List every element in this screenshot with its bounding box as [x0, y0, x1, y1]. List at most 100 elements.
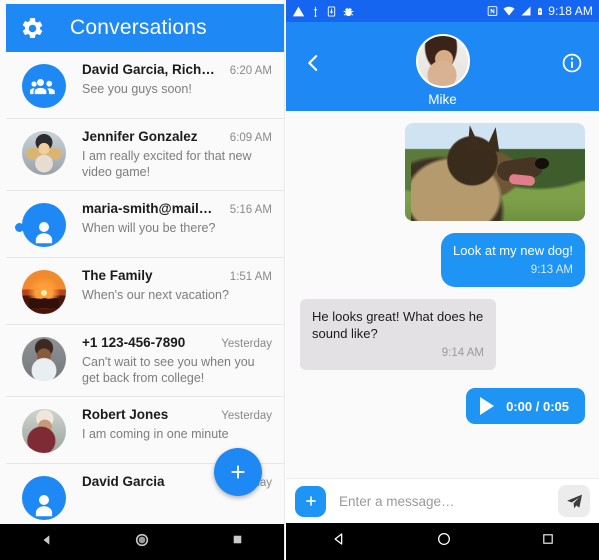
dog-nose: [535, 158, 549, 169]
timestamp: Yesterday: [221, 410, 272, 422]
image-message-bubble[interactable]: [405, 123, 585, 221]
timestamp: 5:16 AM: [229, 204, 272, 216]
nav-back-triangle-icon[interactable]: [40, 533, 54, 552]
avatar-cell: [6, 268, 82, 314]
nav-home-circle-icon[interactable]: [134, 532, 150, 553]
warning-triangle-icon: [292, 6, 305, 16]
statusbar-right-icons: 9:18 AM: [487, 4, 599, 18]
download-box-icon: [327, 5, 336, 17]
contact-name: David Garcia, Rich…: [82, 62, 215, 77]
nav-home-circle-icon[interactable]: [436, 531, 452, 552]
list-item[interactable]: Jennifer Gonzalez 6:09 AM I am really ex…: [6, 118, 284, 190]
contact-name: Robert Jones: [82, 407, 169, 422]
message-snippet: When will you be there?: [82, 221, 216, 235]
avatar-cell: [6, 474, 82, 520]
message-snippet: I am really excited for that new video g…: [82, 149, 252, 179]
list-item[interactable]: maria-smith@mail… 5:16 AM When will you …: [6, 190, 284, 257]
list-item-text: maria-smith@mail… 5:16 AM When will you …: [82, 201, 274, 247]
nav-recents-square-icon[interactable]: [231, 533, 244, 551]
page-title: Conversations: [70, 16, 207, 39]
avatar: [22, 270, 66, 314]
statusbar-left-icons: [286, 5, 355, 18]
info-circle-icon[interactable]: [559, 50, 585, 76]
message-row: [286, 123, 599, 221]
send-paper-plane-icon: [566, 494, 582, 508]
android-navbar[interactable]: [286, 523, 599, 560]
message-text: Look at my new dog!: [453, 243, 573, 258]
conversations-panel: Conversations David Garcia, Rich… 6:20 A…: [0, 0, 285, 560]
person-icon: [35, 495, 53, 517]
bug-icon: [343, 7, 354, 16]
timestamp: Yesterday: [221, 338, 272, 350]
audio-message-bubble[interactable]: 0:00 / 0:05: [466, 388, 585, 424]
message-composer: Enter a message…: [286, 478, 599, 523]
list-item-text: David Garcia, Rich… 6:20 AM See you guys…: [82, 62, 274, 108]
plus-icon: [305, 496, 316, 506]
avatar-cell: [6, 62, 82, 108]
message-text: He looks great! What does he sound like?: [312, 309, 484, 341]
avatar-cell: [6, 201, 82, 247]
message-snippet: See you guys soon!: [82, 82, 192, 96]
contact-name: +1 123-456-7890: [82, 335, 186, 350]
list-item-text: +1 123-456-7890 Yesterday Can't wait to …: [82, 335, 274, 386]
audio-duration: 0:00 / 0:05: [506, 398, 569, 414]
list-item-text: Robert Jones Yesterday I am coming in on…: [82, 407, 274, 453]
chevron-left-icon[interactable]: [300, 50, 326, 76]
timestamp: 6:09 AM: [229, 132, 272, 144]
attach-button[interactable]: [295, 485, 326, 517]
message-bubble-outgoing[interactable]: Look at my new dog! 9:13 AM: [441, 233, 585, 287]
android-navbar[interactable]: [0, 524, 284, 560]
avatar-cell: [6, 129, 82, 180]
contact-name: Jennifer Gonzalez: [82, 129, 198, 144]
chat-panel: 9:18 AM Mike Look at my new dog! 9:13 AM…: [286, 0, 599, 560]
battery-icon: [538, 7, 543, 15]
message-time: 9:14 AM: [441, 347, 484, 359]
avatar: [22, 64, 66, 108]
message-row: 0:00 / 0:05: [286, 388, 599, 424]
cell-signal-icon: [521, 6, 531, 16]
timestamp: 1:51 AM: [229, 271, 272, 283]
person-icon: [35, 222, 53, 244]
plus-icon: [231, 465, 245, 479]
avatar: [22, 337, 66, 381]
list-item[interactable]: The Family 1:51 AM When's our next vacat…: [6, 257, 284, 324]
contact-avatar[interactable]: [415, 34, 470, 88]
timestamp: 6:20 AM: [229, 65, 272, 77]
contact-name: maria-smith@mail…: [82, 201, 213, 216]
contact-name: David Garcia: [82, 474, 165, 489]
message-row: Look at my new dog! 9:13 AM: [286, 233, 599, 287]
message-row: He looks great! What does he sound like?…: [286, 299, 599, 370]
send-button[interactable]: [558, 485, 590, 517]
avatar-cell: [6, 335, 82, 386]
avatar: [22, 409, 66, 453]
avatar: [22, 131, 66, 175]
avatar-cell: [6, 407, 82, 453]
message-time: 9:13 AM: [530, 264, 573, 276]
avatar: [22, 203, 66, 247]
nav-back-triangle-icon[interactable]: [331, 531, 347, 552]
message-bubble-incoming[interactable]: He looks great! What does he sound like?…: [300, 299, 496, 370]
group-icon: [30, 79, 55, 95]
list-item[interactable]: +1 123-456-7890 Yesterday Can't wait to …: [6, 324, 284, 396]
contact-name: The Family: [82, 268, 153, 283]
wifi-icon: [503, 6, 515, 16]
chat-header: Mike: [286, 22, 599, 111]
message-snippet: Can't wait to see you when you get back …: [82, 355, 255, 385]
new-conversation-fab[interactable]: [214, 448, 262, 496]
list-item-text: The Family 1:51 AM When's our next vacat…: [82, 268, 274, 314]
android-statusbar: 9:18 AM: [286, 0, 599, 22]
message-thread[interactable]: Look at my new dog! 9:13 AM He looks gre…: [286, 111, 599, 478]
chat-contact-name: Mike: [428, 92, 457, 107]
nfc-icon: [487, 6, 498, 16]
message-snippet: I am coming in one minute: [82, 427, 229, 441]
conversations-appbar: Conversations: [6, 4, 284, 52]
avatar: [22, 476, 66, 520]
nav-recents-square-icon[interactable]: [541, 532, 555, 551]
message-snippet: When's our next vacation?: [82, 288, 229, 302]
list-item-text: Jennifer Gonzalez 6:09 AM I am really ex…: [82, 129, 274, 180]
play-icon[interactable]: [480, 397, 495, 415]
app-screenshot: Conversations David Garcia, Rich… 6:20 A…: [0, 0, 599, 560]
gear-icon[interactable]: [6, 4, 58, 52]
message-input[interactable]: Enter a message…: [326, 494, 558, 509]
list-item[interactable]: David Garcia, Rich… 6:20 AM See you guys…: [6, 52, 284, 118]
